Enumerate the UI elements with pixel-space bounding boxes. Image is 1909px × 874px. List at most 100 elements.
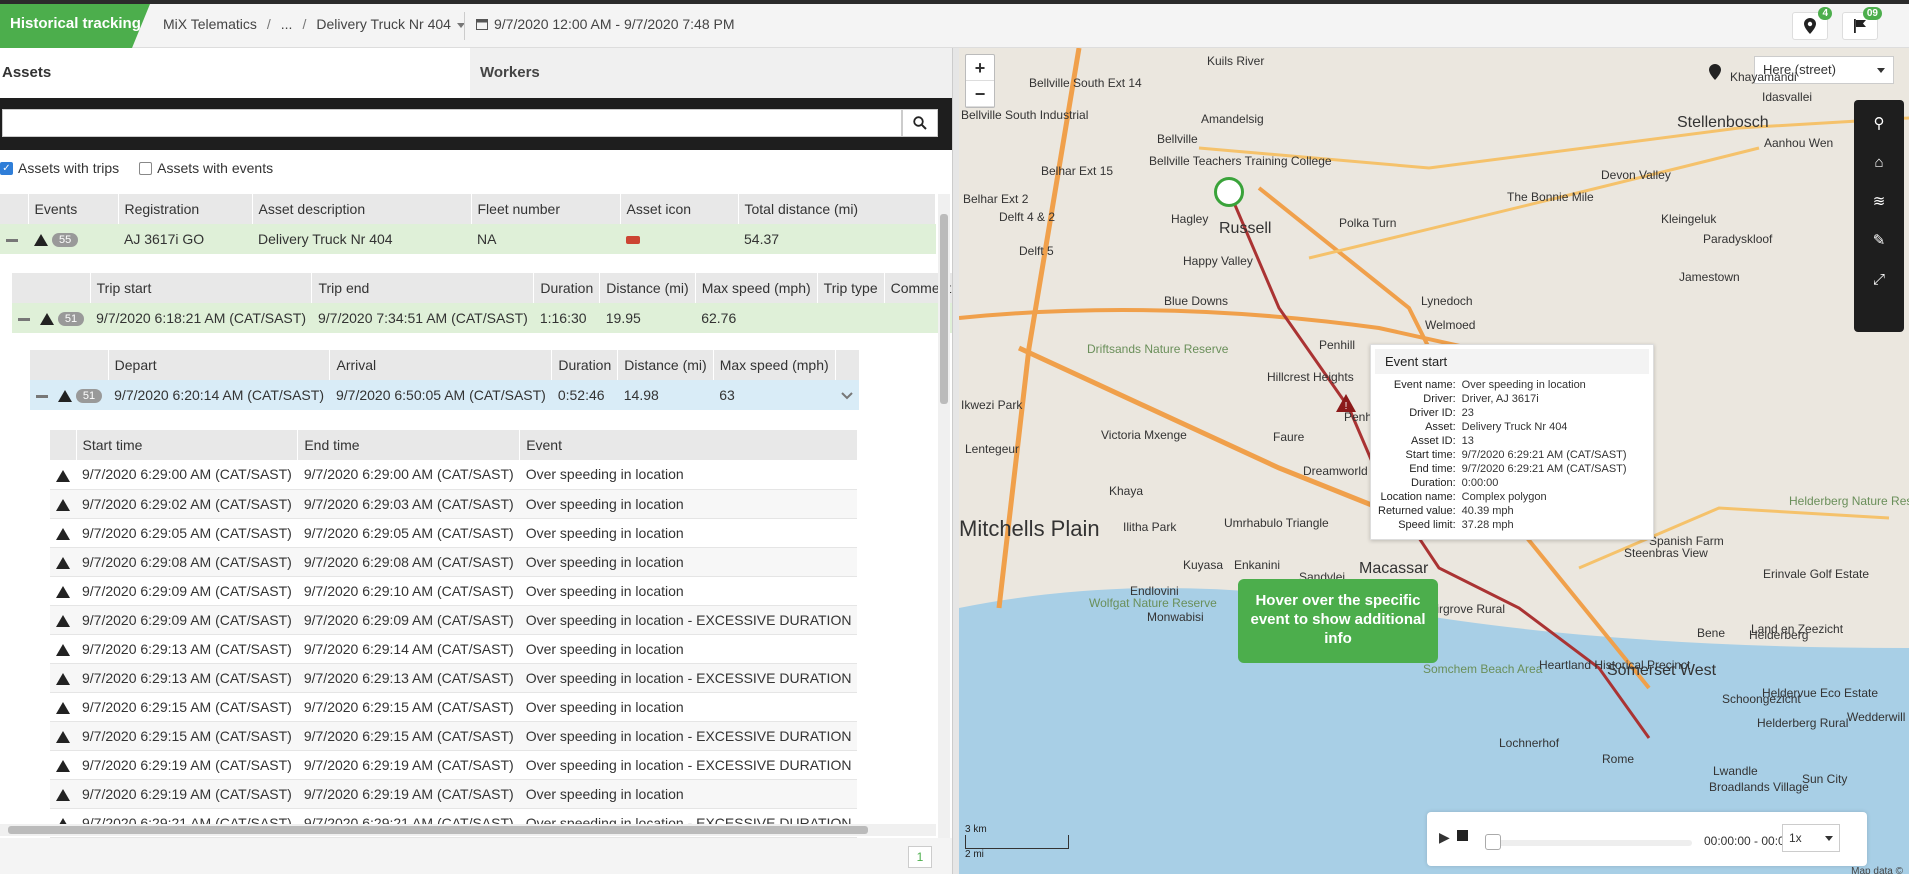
column-header[interactable]: Event	[519, 430, 858, 460]
warning-icon[interactable]: !	[1336, 394, 1356, 412]
filter-trips[interactable]: ✓ Assets with trips	[0, 160, 119, 176]
start-time-cell: 9/7/2020 6:29:09 AM (CAT/SAST)	[76, 605, 298, 635]
column-header[interactable]: Trip start	[90, 273, 313, 303]
trip-row[interactable]: 51 9/7/2020 6:18:21 AM (CAT/SAST) 9/7/20…	[12, 303, 958, 333]
event-row[interactable]: 9/7/2020 6:29:08 AM (CAT/SAST) 9/7/2020 6…	[50, 547, 858, 577]
event-row[interactable]: 9/7/2020 6:29:15 AM (CAT/SAST) 9/7/2020 6…	[50, 721, 858, 751]
date-range-picker[interactable]: 9/7/2020 12:00 AM - 9/7/2020 7:48 PM	[476, 16, 735, 32]
event-count-badge: 51	[57, 312, 85, 327]
event-row[interactable]: 9/7/2020 6:29:00 AM (CAT/SAST) 9/7/2020 6…	[50, 460, 858, 490]
start-time-cell: 9/7/2020 6:29:15 AM (CAT/SAST)	[76, 721, 298, 751]
collapse-toggle[interactable]	[0, 224, 28, 254]
filter-events-label: Assets with events	[157, 160, 274, 176]
place-label: Jamestown	[1679, 270, 1740, 284]
scrollbar-thumb[interactable]	[940, 214, 948, 404]
playback-track[interactable]	[1487, 840, 1692, 846]
pager: 1	[0, 838, 952, 874]
event-row[interactable]: 9/7/2020 6:29:09 AM (CAT/SAST) 9/7/2020 6…	[50, 605, 858, 635]
asset-row[interactable]: 55 AJ 3617i GO Delivery Truck Nr 404 NA …	[0, 224, 936, 254]
description-cell: Delivery Truck Nr 404	[252, 224, 471, 254]
breadcrumb-current[interactable]: Delivery Truck Nr 404	[316, 16, 465, 32]
column-header[interactable]: Fleet number	[471, 194, 621, 224]
trips-checkbox[interactable]: ✓	[0, 161, 13, 175]
place-label: Aanhou Wen	[1764, 136, 1834, 150]
eraser-icon[interactable]: ⌂	[1874, 151, 1883, 173]
breadcrumb-root[interactable]: MiX Telematics	[163, 16, 257, 32]
filter-events[interactable]: Assets with events	[139, 160, 273, 176]
column-header[interactable]: Arrival	[329, 350, 553, 380]
column-header[interactable]: Distance (mi)	[599, 273, 696, 303]
place-label: Somerset West	[1607, 662, 1717, 679]
layers-icon[interactable]: ≋	[1873, 190, 1886, 212]
stop-icon[interactable]	[1457, 830, 1468, 841]
place-label: Rome	[1602, 752, 1635, 766]
column-header[interactable]: Depart	[108, 350, 331, 380]
app-title[interactable]: Historical tracking	[0, 4, 150, 48]
column-header[interactable]: Max speed (mph)	[713, 350, 836, 380]
assets-table-header: Events Registration Asset description Fl…	[0, 194, 936, 224]
playback-speed-select[interactable]: 1x	[1782, 824, 1840, 852]
trip-toggle-cell[interactable]: 51	[12, 303, 91, 333]
event-row[interactable]: 9/7/2020 6:29:15 AM (CAT/SAST) 9/7/2020 6…	[50, 692, 858, 722]
arrival-cell: 9/7/2020 6:50:05 AM (CAT/SAST)	[329, 380, 552, 410]
column-header[interactable]: End time	[297, 430, 521, 460]
scrollbar-thumb[interactable]	[8, 826, 868, 834]
segment-toggle-cell[interactable]: 51	[30, 380, 109, 410]
event-row[interactable]: 9/7/2020 6:29:13 AM (CAT/SAST) 9/7/2020 6…	[50, 634, 858, 664]
place-label: Monwabisi	[1147, 610, 1204, 624]
column-header[interactable]: Asset description	[252, 194, 472, 224]
playback-speed-value: 1x	[1789, 831, 1802, 845]
event-row[interactable]: 9/7/2020 6:29:02 AM (CAT/SAST) 9/7/2020 6…	[50, 489, 858, 519]
event-icon-cell	[50, 663, 76, 693]
search-input[interactable]	[2, 109, 902, 137]
event-row[interactable]: 9/7/2020 6:29:19 AM (CAT/SAST) 9/7/2020 6…	[50, 750, 858, 780]
column-header[interactable]: Trip end	[311, 273, 535, 303]
trip-distance-cell: 19.95	[599, 303, 696, 333]
end-time-cell: 9/7/2020 6:29:15 AM (CAT/SAST)	[297, 692, 520, 722]
column-header[interactable]: Total distance (mi)	[738, 194, 936, 224]
search-icon[interactable]: ⚲	[1874, 112, 1885, 134]
segment-row[interactable]: 51 9/7/2020 6:20:14 AM (CAT/SAST) 9/7/20…	[30, 380, 860, 410]
trip-type-cell	[817, 303, 885, 333]
column-header[interactable]: Duration	[533, 273, 601, 303]
column-header[interactable]: Start time	[76, 430, 299, 460]
expand-cell[interactable]	[835, 380, 860, 410]
trip-start-marker[interactable]	[1214, 177, 1244, 207]
map-pin-icon[interactable]	[1708, 64, 1722, 80]
popup-field-label: Duration:	[1411, 477, 1456, 489]
events-checkbox[interactable]	[139, 161, 153, 175]
zoom-in-button[interactable]: +	[966, 55, 994, 81]
event-row[interactable]: 9/7/2020 6:29:13 AM (CAT/SAST) 9/7/2020 6…	[50, 663, 858, 693]
event-row[interactable]: 9/7/2020 6:29:19 AM (CAT/SAST) 9/7/2020 6…	[50, 779, 858, 809]
column-header[interactable]: Distance (mi)	[617, 350, 714, 380]
breadcrumb-ellipsis[interactable]: ...	[281, 16, 293, 32]
location-button[interactable]: 4	[1792, 7, 1832, 40]
tab-workers[interactable]: Workers	[470, 48, 952, 98]
event-row[interactable]: 9/7/2020 6:29:05 AM (CAT/SAST) 9/7/2020 6…	[50, 518, 858, 548]
page-number[interactable]: 1	[908, 846, 932, 868]
column-header[interactable]: Max speed (mph)	[695, 273, 818, 303]
flag-button[interactable]: 09	[1842, 7, 1882, 40]
trip-end-cell: 9/7/2020 7:34:51 AM (CAT/SAST)	[311, 303, 534, 333]
column-header[interactable]: Trip type	[817, 273, 885, 303]
map-view[interactable]: + − Here (street) ⚲ ⌂ ≋ ✎ ⤢ Kuils River B…	[959, 48, 1909, 874]
search-button[interactable]	[902, 109, 938, 137]
flag-badge: 09	[1862, 7, 1882, 20]
column-header[interactable]: Registration	[118, 194, 253, 224]
fullscreen-icon[interactable]: ⤢	[1873, 268, 1885, 290]
column-header[interactable]: Duration	[551, 350, 619, 380]
play-icon[interactable]: ▶	[1439, 829, 1450, 846]
playback-slider-handle[interactable]	[1485, 834, 1501, 850]
column-header[interactable]: Events	[28, 194, 119, 224]
horizontal-scrollbar[interactable]	[0, 824, 936, 836]
column-header[interactable]: Asset icon	[620, 194, 739, 224]
zoom-out-button[interactable]: −	[966, 81, 994, 107]
vertical-scrollbar[interactable]	[938, 194, 950, 874]
panel-splitter[interactable]	[952, 48, 959, 874]
tab-assets[interactable]: Assets	[0, 48, 470, 98]
event-name-cell: Over speeding in location	[519, 779, 858, 809]
wrench-icon[interactable]: ✎	[1873, 229, 1886, 251]
event-row[interactable]: 9/7/2020 6:29:09 AM (CAT/SAST) 9/7/2020 6…	[50, 576, 858, 606]
map-attribution: Map data ©	[1851, 866, 1903, 874]
popup-field-row: End time: 9/7/2020 6:29:21 AM (CAT/SAST)	[1375, 462, 1630, 476]
